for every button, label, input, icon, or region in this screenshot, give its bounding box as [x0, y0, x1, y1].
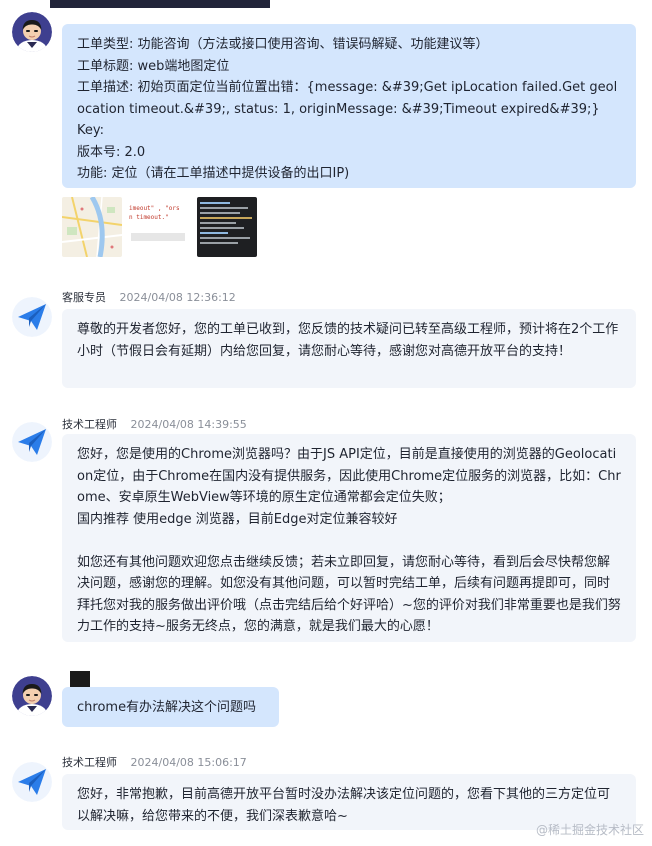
paper-plane-icon — [12, 422, 52, 462]
sender-name: 技术工程师 — [62, 756, 117, 769]
sender-name: 技术工程师 — [62, 418, 117, 431]
user-message-bubble: chrome有办法解决这个问题吗 — [62, 687, 279, 727]
message-text: 尊敬的开发者您好，您的工单已收到，您反馈的技术疑问已转至高级工程师，预计将在2个… — [77, 322, 619, 359]
thumb-text-line1: imeout" , "ors — [129, 205, 180, 212]
paper-plane-icon — [12, 297, 52, 337]
message-meta: 技术工程师 2024/04/08 15:06:17 — [62, 754, 247, 770]
message-time: 2024/04/08 15:06:17 — [130, 756, 247, 769]
attachment-console-thumbnail[interactable] — [197, 197, 257, 257]
ticket-title: 工单标题: web端地图定位 — [77, 58, 230, 74]
message-time: 2024/04/08 14:39:55 — [130, 418, 247, 431]
ticket-function: 功能: 定位（请在工单描述中提供设备的出口IP) — [77, 166, 350, 181]
attachment-error-thumbnail[interactable]: imeout" , "ors n timeout." — [128, 197, 188, 257]
ticket-info-bubble: 工单类型: 功能咨询（方法或接口使用咨询、错误码解疑、功能建议等） 工单标题: … — [62, 24, 636, 188]
attachment-map-thumbnail[interactable] — [62, 197, 122, 257]
message-text: 国内推荐 使用edge 浏览器，目前Edge对定位兼容较好 — [77, 511, 398, 527]
sender-name: 客服专员 — [62, 291, 106, 304]
message-text: 您好，您是使用的Chrome浏览器吗？由于JS API定位，目前是直接使用的浏览… — [77, 447, 621, 505]
message-text: chrome有办法解决这个问题吗 — [77, 700, 257, 715]
ticket-key: Key: — [77, 123, 105, 138]
ticket-type: 工单类型: 功能咨询（方法或接口使用咨询、错误码解疑、功能建议等） — [77, 37, 489, 52]
user-avatar-icon — [12, 676, 52, 716]
message-time: 2024/04/08 12:36:12 — [119, 291, 236, 304]
message-text: 如您还有其他问题欢迎您点击继续反馈；若未立即回复，请您耐心等待，看到后会尽快帮您… — [77, 554, 621, 635]
ticket-version: 版本号: 2.0 — [77, 144, 146, 160]
ticket-description: 工单描述: 初始页面定位当前位置出错：{message: &#39;Get ip… — [77, 80, 618, 117]
thumb-text-line2: n timeout." — [129, 214, 169, 221]
paper-plane-icon — [12, 762, 52, 802]
agent-message-bubble: 尊敬的开发者您好，您的工单已收到，您反馈的技术疑问已转至高级工程师，预计将在2个… — [62, 309, 636, 388]
agent-message-bubble: 您好，您是使用的Chrome浏览器吗？由于JS API定位，目前是直接使用的浏览… — [62, 434, 636, 642]
user-avatar-icon — [12, 12, 52, 52]
message-meta: 技术工程师 2024/04/08 14:39:55 — [62, 416, 247, 432]
message-meta: 客服专员 2024/04/08 12:36:12 — [62, 289, 236, 305]
top-dark-bar — [50, 0, 270, 8]
watermark: @稀土掘金技术社区 — [535, 823, 644, 837]
